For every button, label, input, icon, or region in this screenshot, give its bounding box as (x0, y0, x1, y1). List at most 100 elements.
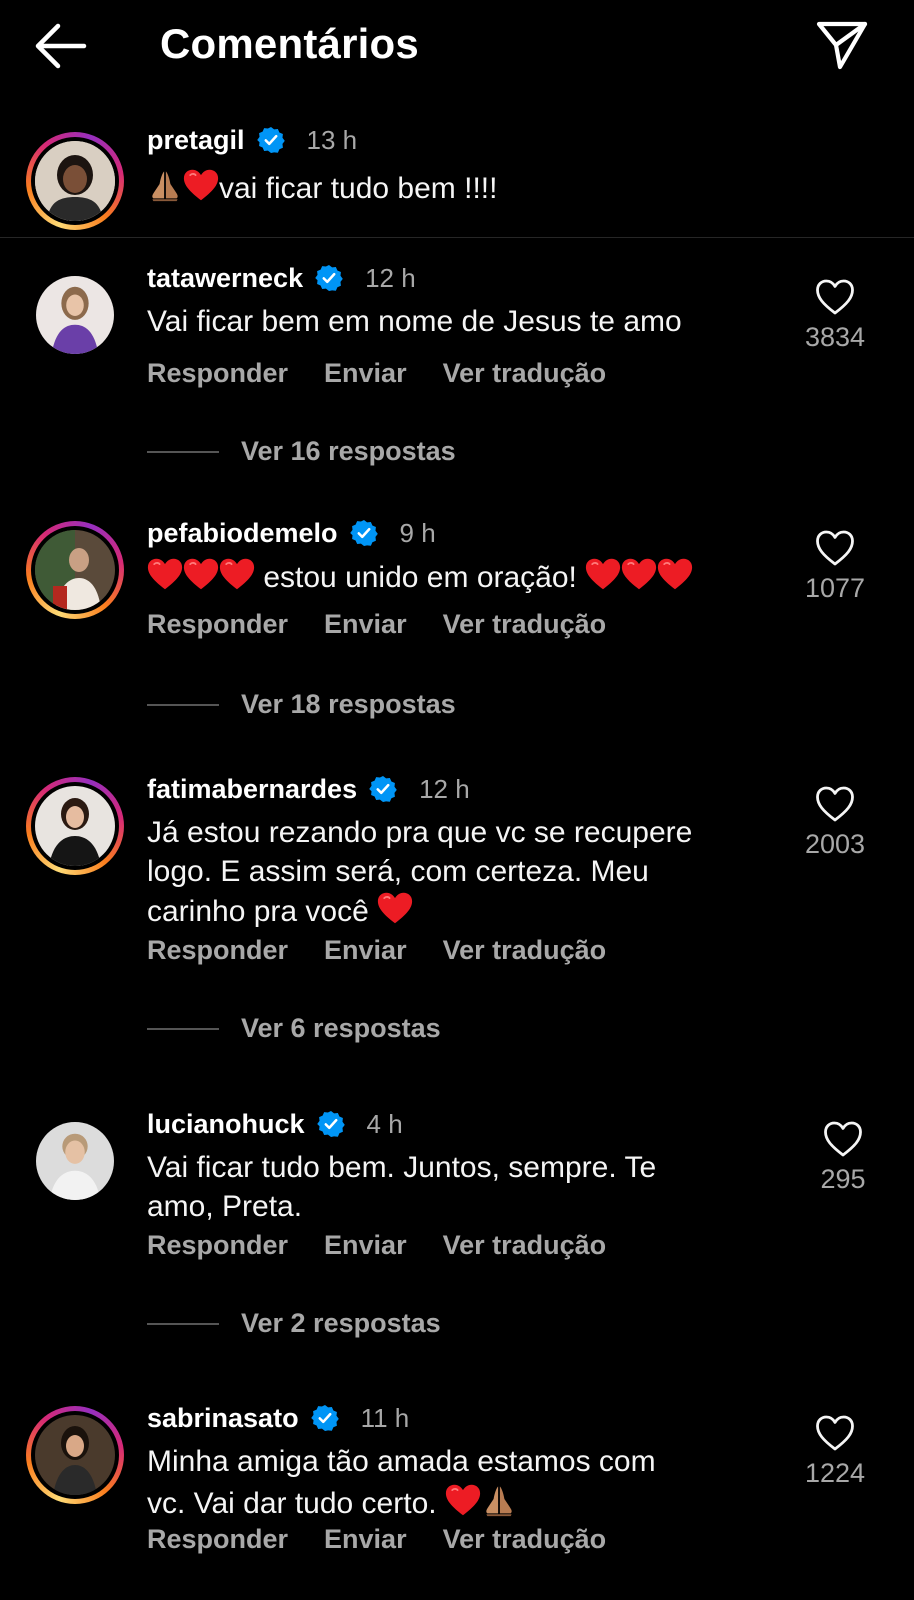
view-replies-link[interactable]: Ver 16 respostas (147, 436, 456, 467)
timestamp: 11 h (360, 1402, 410, 1433)
comment-actions: Responder Enviar Ver tradução (147, 1230, 642, 1261)
avatar[interactable] (26, 1406, 124, 1504)
comment-actions: Responder Enviar Ver tradução (147, 935, 642, 966)
username[interactable]: pefabiodemelo (147, 518, 338, 549)
heart-outline-icon[interactable] (815, 1414, 855, 1452)
username[interactable]: tatawerneck (147, 263, 303, 294)
reply-button[interactable]: Responder (147, 358, 288, 389)
comment-item: lucianohuck 4 h Vai ficar tudo bem. Junt… (0, 1104, 914, 1364)
page-title: Comentários (160, 20, 419, 67)
comment-actions: Responder Enviar Ver tradução (147, 358, 642, 389)
heart-outline-icon[interactable] (823, 1120, 863, 1158)
timestamp: 13 h (306, 124, 358, 155)
view-replies-link[interactable]: Ver 6 respostas (147, 1013, 441, 1044)
red-heart-icon (219, 557, 255, 591)
view-replies-label: Ver 6 respostas (241, 1013, 441, 1043)
like-count: 2003 (804, 829, 866, 859)
divider-line (147, 1027, 219, 1030)
like-column: 1077 (790, 529, 880, 604)
comments-screen: Comentários pretagil 13 h vai ficar tudo… (0, 0, 914, 1600)
story-ring (26, 1406, 124, 1504)
verified-badge-icon (311, 1404, 339, 1432)
view-replies-link[interactable]: Ver 18 respostas (147, 689, 456, 720)
send-button[interactable] (814, 18, 870, 72)
story-ring (26, 521, 124, 619)
send-comment-button[interactable]: Enviar (324, 1230, 407, 1261)
comment-text: Vai ficar tudo bem. Juntos, sempre. Te a… (147, 1151, 657, 1223)
comment-text: Já estou rezando pra que vc se recupere … (147, 816, 693, 928)
send-comment-button[interactable]: Enviar (324, 358, 407, 389)
translate-button[interactable]: Ver tradução (443, 1230, 607, 1261)
username[interactable]: lucianohuck (147, 1109, 305, 1140)
verified-badge-icon (317, 1110, 345, 1138)
heart-outline-icon[interactable] (815, 278, 855, 316)
send-comment-button[interactable]: Enviar (324, 609, 407, 640)
comment-header: tatawerneck 12 h (147, 258, 416, 298)
red-heart-icon (445, 1483, 481, 1517)
reply-button[interactable]: Responder (147, 1230, 288, 1261)
avatar[interactable] (26, 521, 124, 619)
comment-text: Vai ficar bem em nome de Jesus te amo (147, 305, 682, 338)
divider-line (147, 450, 219, 453)
red-heart-icon (657, 557, 693, 591)
username[interactable]: pretagil (147, 125, 245, 156)
comment-item: sabrinasato 11 h Minha amiga tão amada e… (0, 1398, 914, 1598)
avatar[interactable] (26, 132, 124, 230)
comment-actions: Responder Enviar Ver tradução (147, 1524, 642, 1555)
comment-item: tatawerneck 12 h Vai ficar bem em nome d… (0, 258, 914, 488)
verified-badge-icon (369, 775, 397, 803)
arrow-left-icon (35, 23, 87, 69)
comment-header: lucianohuck 4 h (147, 1104, 403, 1144)
comment-text: Minha amiga tão amada estamos com vc. Va… (147, 1445, 656, 1520)
send-paper-plane-icon (816, 21, 868, 70)
username[interactable]: fatimabernardes (147, 774, 357, 805)
view-replies-label: Ver 2 respostas (241, 1308, 441, 1338)
comment-text: estou unido em oração! (147, 557, 787, 597)
divider-line (147, 703, 219, 706)
like-count: 295 (820, 1164, 866, 1194)
timestamp: 12 h (365, 262, 416, 293)
like-column: 295 (798, 1120, 888, 1195)
send-comment-button[interactable]: Enviar (324, 935, 407, 966)
reply-button[interactable]: Responder (147, 1524, 288, 1555)
back-button[interactable] (32, 20, 90, 72)
reply-button[interactable]: Responder (147, 609, 288, 640)
view-replies-link[interactable]: Ver 2 respostas (147, 1308, 441, 1339)
red-heart-icon (377, 891, 413, 925)
avatar[interactable] (26, 266, 124, 364)
divider-line (147, 1322, 219, 1325)
folded-hands-icon (147, 166, 183, 202)
comment-header: fatimabernardes 12 h (147, 769, 470, 809)
like-column: 2003 (790, 785, 880, 860)
red-heart-icon (147, 557, 183, 591)
like-column: 3834 (790, 278, 880, 353)
like-column: 1224 (790, 1414, 880, 1489)
send-comment-button[interactable]: Enviar (324, 1524, 407, 1555)
comment-item: pefabiodemelo 9 h estou unido em oração!… (0, 513, 914, 743)
comment-text: vai ficar tudo bem !!!! (147, 166, 867, 208)
comment-header: pretagil 13 h (147, 120, 357, 160)
reply-button[interactable]: Responder (147, 935, 288, 966)
heart-outline-icon[interactable] (815, 529, 855, 567)
verified-badge-icon (350, 519, 378, 547)
view-replies-label: Ver 18 respostas (241, 689, 456, 719)
translate-button[interactable]: Ver tradução (443, 1524, 607, 1555)
red-heart-icon (183, 168, 219, 202)
translate-button[interactable]: Ver tradução (443, 609, 607, 640)
like-count: 1077 (804, 573, 866, 603)
avatar[interactable] (26, 1112, 124, 1210)
comment-actions: Responder Enviar Ver tradução (147, 609, 642, 640)
comment-item: fatimabernardes 12 h Já estou rezando pr… (0, 769, 914, 1069)
username[interactable]: sabrinasato (147, 1403, 299, 1434)
heart-outline-icon[interactable] (815, 785, 855, 823)
view-replies-label: Ver 16 respostas (241, 436, 456, 466)
verified-badge-icon (257, 126, 285, 154)
red-heart-icon (621, 557, 657, 591)
translate-button[interactable]: Ver tradução (443, 358, 607, 389)
avatar[interactable] (26, 777, 124, 875)
red-heart-icon (183, 557, 219, 591)
timestamp: 4 h (366, 1108, 403, 1139)
comment-header: pefabiodemelo 9 h (147, 513, 436, 553)
like-count: 1224 (804, 1458, 866, 1488)
translate-button[interactable]: Ver tradução (443, 935, 607, 966)
